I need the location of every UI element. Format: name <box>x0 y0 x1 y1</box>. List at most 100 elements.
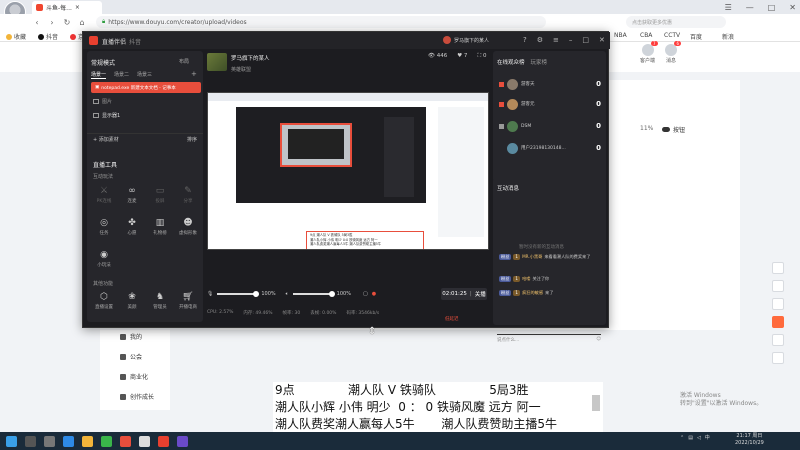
minigame-tool[interactable]: ◉ 小玩法 <box>91 250 117 268</box>
browser-360-icon[interactable] <box>101 435 112 447</box>
settings-icon[interactable]: ⚙ <box>537 36 543 44</box>
url-bar[interactable]: 🔒︎ https://www.douyu.com/creator/upload/… <box>96 16 546 28</box>
link-tool[interactable]: ∞ 连麦 <box>119 186 145 204</box>
gift-rank-tool[interactable]: ▥ 礼物榜 <box>147 218 173 236</box>
layout-button[interactable]: 布局 <box>179 58 189 65</box>
ecommerce-tool[interactable]: 🛒︎ 开播电商 <box>175 292 201 310</box>
beauty-tool[interactable]: ❀ 美颜 <box>119 292 145 310</box>
bookmark-item[interactable]: 百度 <box>690 32 702 41</box>
start-icon[interactable] <box>6 435 17 447</box>
play-icon[interactable] <box>772 262 784 274</box>
messages-button[interactable]: 6 消息 <box>665 41 682 64</box>
tv-icon[interactable] <box>772 280 784 292</box>
volume-icon[interactable]: ◁ <box>697 435 701 441</box>
room-category[interactable]: 英雄联盟 <box>231 66 251 73</box>
mic-volume-slider[interactable] <box>217 291 260 297</box>
source-item-active[interactable]: ▣ notepad.exe 新建文本文档 - 记事本 <box>91 82 201 93</box>
back-icon[interactable]: ‹ <box>32 18 42 27</box>
sort-button[interactable]: 排序 <box>187 136 197 143</box>
viewer-row[interactable]: 游客元 0 <box>499 96 601 112</box>
viewer-row[interactable]: DSM 0 <box>499 118 601 134</box>
side-nav-item[interactable]: 商业化 <box>120 372 148 381</box>
app-user[interactable]: 罗马旗下的某人 <box>443 36 489 44</box>
viewer-row[interactable]: 游客天 0 <box>499 76 601 92</box>
cast-tool[interactable]: ▭ 投屏 <box>147 186 173 204</box>
pk-tool[interactable]: ⚔ PK连线 <box>91 186 117 204</box>
source-item[interactable]: 图片 <box>93 98 112 105</box>
network-icon[interactable]: ▤ <box>688 435 693 441</box>
speaker-icon[interactable]: 🔈︎ <box>286 291 289 297</box>
bookmark-item[interactable]: CBA <box>640 32 652 39</box>
feedback-icon[interactable] <box>772 298 784 310</box>
live-timer[interactable]: 02:01:25 | 关播 <box>441 288 487 300</box>
tab-close-icon[interactable]: × <box>75 4 80 11</box>
notepad-editor[interactable]: 9点 潮人队 V 铁骑队 5局3胜 潮人队小辉 小伟 明少 0 ： 0 铁骑风魔… <box>273 382 603 432</box>
speaker-volume-slider[interactable] <box>292 291 335 297</box>
bookmark-item[interactable]: 收藏 <box>6 32 26 41</box>
reload-icon[interactable]: ↻ <box>62 18 72 27</box>
add-scene-icon[interactable]: + <box>191 70 197 78</box>
tray-arrow-icon[interactable]: ⌃ <box>680 435 684 441</box>
maximize-icon[interactable]: □ <box>768 3 776 12</box>
edge-icon[interactable] <box>63 435 74 447</box>
minimize-icon[interactable]: — <box>746 3 754 12</box>
clock[interactable]: 21:17 周日 2022/10/29 <box>735 433 764 447</box>
explorer-icon[interactable] <box>82 435 93 447</box>
menu-icon[interactable]: ☰ <box>725 3 732 12</box>
close-icon[interactable]: ✕ <box>789 3 796 12</box>
viewer-row[interactable]: 用户23198130148... 0 <box>499 140 601 156</box>
tab-online-viewers[interactable]: 在线观众榜 <box>497 58 525 66</box>
live-companion-icon[interactable] <box>120 435 131 447</box>
forward-icon[interactable]: › <box>47 18 57 27</box>
close-icon[interactable]: ✕ <box>599 36 605 44</box>
room-cover-thumbnail[interactable] <box>207 53 227 71</box>
notepad-icon[interactable] <box>139 435 150 447</box>
douyin-icon[interactable] <box>158 435 169 447</box>
wish-icon: ✤ <box>128 218 136 228</box>
minimize-icon[interactable]: – <box>569 36 573 44</box>
mic-icon[interactable]: 🎙︎ <box>207 291 213 297</box>
admin-tool[interactable]: ♞ 管理员 <box>147 292 173 310</box>
home-icon[interactable]: ⌂ <box>77 18 87 27</box>
chat-input[interactable]: 说点什么... ☺ <box>497 334 601 343</box>
bookmark-item[interactable]: 新浪 <box>722 32 734 41</box>
share-tool[interactable]: ✎ 分享 <box>175 186 201 204</box>
add-material-button[interactable]: + 添加素材 <box>93 136 119 143</box>
avatar-tool[interactable]: ☻ 虚拟形象 <box>175 218 201 236</box>
app-icon[interactable] <box>177 435 188 447</box>
search-icon[interactable] <box>25 435 36 447</box>
wish-tool[interactable]: ✤ 心愿 <box>119 218 145 236</box>
input-method[interactable]: 中 <box>705 434 710 441</box>
browser-search-input[interactable]: 点击获取更多优惠 <box>626 16 726 28</box>
tab-scene-1[interactable]: 场景一 <box>91 71 107 79</box>
browser-tab[interactable]: 斗鱼-每... × <box>32 1 102 14</box>
tab-scene-2[interactable]: 场景二 <box>114 71 129 79</box>
stream-preview[interactable]: 9点 潮人队 V 铁骑队 5局3胜 潮人队小辉 小伟 明少 0:0 铁骑风魔 远… <box>207 92 489 250</box>
client-download-button[interactable]: 7 客户端 <box>640 41 658 64</box>
page-toggle[interactable]: 按钮 <box>662 125 685 134</box>
taskview-icon[interactable] <box>44 435 55 447</box>
bookmark-item[interactable]: CCTV <box>664 32 680 39</box>
gift-icon[interactable] <box>772 316 784 328</box>
tab-player-rank[interactable]: 玩家榜 <box>531 58 548 66</box>
live-settings-tool[interactable]: ⬡ 直播设置 <box>91 292 117 310</box>
chat-icon[interactable] <box>772 334 784 346</box>
bookmark-item[interactable]: NBA <box>614 32 627 39</box>
task-tool[interactable]: ◎ 任务 <box>91 218 117 236</box>
emoji-icon[interactable]: ☺ <box>596 337 601 343</box>
editor-scrollbar[interactable] <box>592 395 600 411</box>
help-icon[interactable]: ? <box>523 36 527 44</box>
mode-selector[interactable]: 常规模式 <box>91 58 115 67</box>
stop-live-button[interactable]: 关播 <box>475 290 486 298</box>
bookmark-item[interactable]: 抖音 <box>38 32 58 41</box>
record-icon[interactable]: ● <box>372 291 376 297</box>
menu-icon[interactable]: ≡ <box>553 36 559 44</box>
tab-scene-3[interactable]: 场景三 <box>137 71 152 79</box>
side-nav-item[interactable]: 创作成长 <box>120 392 154 401</box>
source-item[interactable]: 显示器1 <box>93 112 120 119</box>
side-nav-item[interactable]: 公会 <box>120 352 142 361</box>
maximize-icon[interactable]: □ <box>582 36 589 44</box>
side-nav-item[interactable]: 我的 <box>120 332 142 341</box>
camera-icon[interactable]: ▢ <box>363 291 368 297</box>
top-icon[interactable] <box>772 352 784 364</box>
